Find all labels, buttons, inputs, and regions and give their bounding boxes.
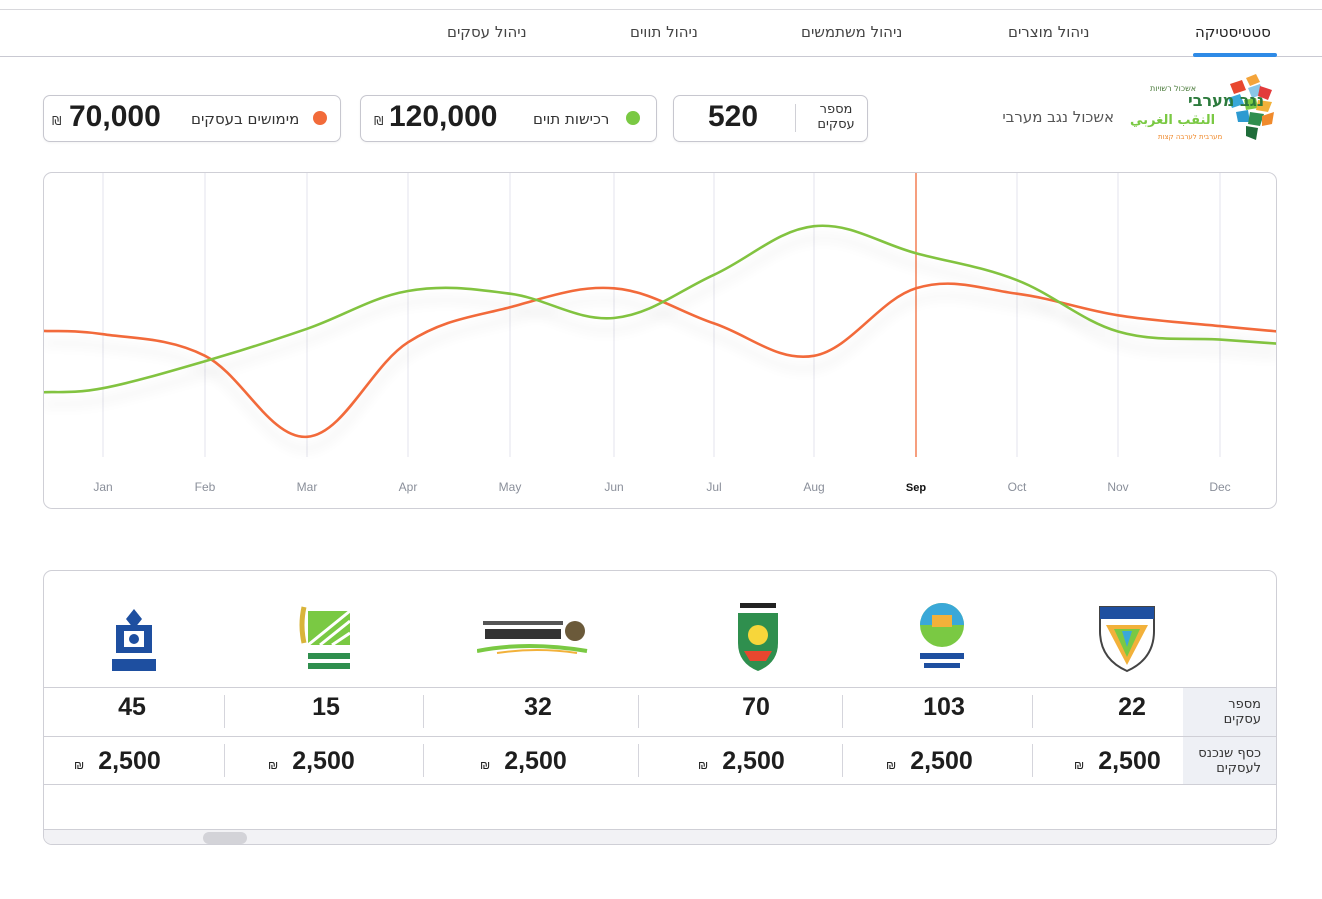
money-bnei-shimon: ₪ 2,500 xyxy=(480,747,567,775)
logo-text-arabic: النقب الغربي xyxy=(1130,113,1215,128)
bnei-shimon-logo-icon xyxy=(477,621,588,654)
column-divider xyxy=(638,695,639,728)
line-chart: Jan Feb Mar Apr May Jun Jul Aug Sep Oct Nov Dec xyxy=(44,173,1276,494)
row-divider xyxy=(44,736,1276,737)
money-shaar-hanegev: ₪ 2,500 xyxy=(886,747,973,775)
redemptions-series-line xyxy=(44,282,1276,439)
logo-tagline: מערבית לערבה קצות xyxy=(1158,133,1223,141)
x-tick-label[interactable]: Feb xyxy=(195,480,216,494)
x-tick-label[interactable]: Jun xyxy=(604,480,623,494)
kpi-redemptions: מימושים בעסקים 70,000 ₪ xyxy=(43,95,341,142)
tab-user-management[interactable]: ניהול משתמשים xyxy=(801,23,902,41)
tab-business-management[interactable]: ניהול עסקים xyxy=(447,23,527,41)
kpi-redemptions-label: מימושים בעסקים xyxy=(191,110,300,128)
x-tick-label[interactable]: Jul xyxy=(706,480,721,494)
row-header-businesses: מספר עסקים xyxy=(1183,688,1276,736)
shekel-icon: ₪ xyxy=(480,758,491,772)
x-tick-label[interactable]: Dec xyxy=(1209,480,1230,494)
kpi-businesses-label-line2: עסקים xyxy=(817,117,855,132)
x-tick-label[interactable]: Oct xyxy=(1008,480,1027,494)
tab-voucher-management[interactable]: ניהול תווים xyxy=(630,23,698,41)
merhavim-logo-icon xyxy=(1099,606,1155,673)
row-header-businesses-line1: מספר xyxy=(1228,697,1261,712)
row-header-money: כסף שנכנס לעסקים xyxy=(1183,737,1276,784)
shekel-icon: ₪ xyxy=(698,758,709,772)
column-divider xyxy=(842,744,843,777)
municipalities-table: מספר עסקים כסף שנכנס לעסקים 22 103 70 32… xyxy=(43,570,1277,845)
kpi-businesses-label-line1: מספר xyxy=(819,102,853,117)
column-divider xyxy=(842,695,843,728)
column-divider xyxy=(638,744,639,777)
green-dot-icon xyxy=(626,111,640,125)
region-logo-mark: אשכול רשויות נגב מערבי النقب الغربي מערב… xyxy=(1130,74,1274,141)
column-divider xyxy=(224,695,225,728)
shekel-icon: ₪ xyxy=(74,758,85,772)
businesses-count-eshkol: 15 xyxy=(312,693,340,721)
logo-text-main: נגב מערבי xyxy=(1188,91,1264,110)
tab-product-management[interactable]: ניהול מוצרים xyxy=(1008,23,1090,41)
money-netivot: ₪ 2,500 xyxy=(74,747,161,775)
region-logo: אשכול רשויות נגב מערבי النقب الغربي מערב… xyxy=(1128,74,1278,146)
x-tick-label[interactable]: Apr xyxy=(399,480,418,494)
kpi-businesses-value: 520 xyxy=(708,100,759,133)
money-sderot: ₪ 2,500 xyxy=(698,747,785,775)
shekel-icon: ₪ xyxy=(1074,758,1085,772)
row-divider xyxy=(44,687,1276,688)
kpi-purchases: רכישות תוים 120,000 ₪ xyxy=(360,95,657,142)
eshkol-logo-icon xyxy=(299,606,351,669)
shekel-icon: ₪ xyxy=(268,758,279,772)
x-tick-label[interactable]: Mar xyxy=(297,480,318,494)
row-divider xyxy=(44,784,1276,785)
x-tick-label[interactable]: May xyxy=(499,480,522,494)
region-name: אשכול נגב מערבי xyxy=(1002,108,1114,126)
businesses-count-shaar-hanegev: 103 xyxy=(923,693,965,721)
netivot-logo-icon xyxy=(112,609,156,671)
shekel-icon: ₪ xyxy=(374,114,384,128)
active-tab-indicator xyxy=(1193,53,1277,57)
sderot-logo-icon xyxy=(738,603,778,671)
row-header-businesses-line2: עסקים xyxy=(1223,712,1261,727)
tab-statistics[interactable]: סטטיסטיקה xyxy=(1195,23,1271,41)
businesses-count-merhavim: 22 xyxy=(1118,693,1146,721)
kpi-redemptions-value: 70,000 xyxy=(69,100,161,133)
businesses-count-bnei-shimon: 32 xyxy=(524,693,552,721)
column-divider xyxy=(1032,744,1033,777)
horizontal-scrollbar[interactable] xyxy=(44,829,1276,844)
top-nav: סטטיסטיקה ניהול מוצרים ניהול משתמשים ניה… xyxy=(0,9,1322,57)
money-eshkol: ₪ 2,500 xyxy=(268,747,355,775)
line-chart-card: Jan Feb Mar Apr May Jun Jul Aug Sep Oct Nov Dec xyxy=(43,172,1277,509)
x-tick-label[interactable]: Jan xyxy=(93,480,112,494)
kpi-businesses: מספר עסקים 520 xyxy=(673,95,868,142)
businesses-count-sderot: 70 xyxy=(742,693,770,721)
x-tick-label[interactable]: Sep xyxy=(906,482,926,494)
kpi-divider xyxy=(795,104,796,132)
businesses-count-netivot: 45 xyxy=(118,693,146,721)
shaar-hanegev-logo-icon xyxy=(920,603,964,668)
column-divider xyxy=(423,695,424,728)
x-tick-label[interactable]: Aug xyxy=(803,480,824,494)
money-merhavim: ₪ 2,500 xyxy=(1074,747,1161,775)
column-divider xyxy=(1032,695,1033,728)
scrollbar-thumb[interactable] xyxy=(203,832,247,844)
row-header-money-line2: לעסקים xyxy=(1216,761,1261,776)
orange-dot-icon xyxy=(313,111,327,125)
x-tick-label[interactable]: Nov xyxy=(1107,480,1128,494)
shekel-icon: ₪ xyxy=(52,114,62,128)
kpi-purchases-label: רכישות תוים xyxy=(533,110,610,128)
column-divider xyxy=(423,744,424,777)
shekel-icon: ₪ xyxy=(886,758,897,772)
column-divider xyxy=(224,744,225,777)
row-header-money-line1: כסף שנכנס xyxy=(1198,746,1261,761)
kpi-purchases-value: 120,000 xyxy=(389,100,498,133)
